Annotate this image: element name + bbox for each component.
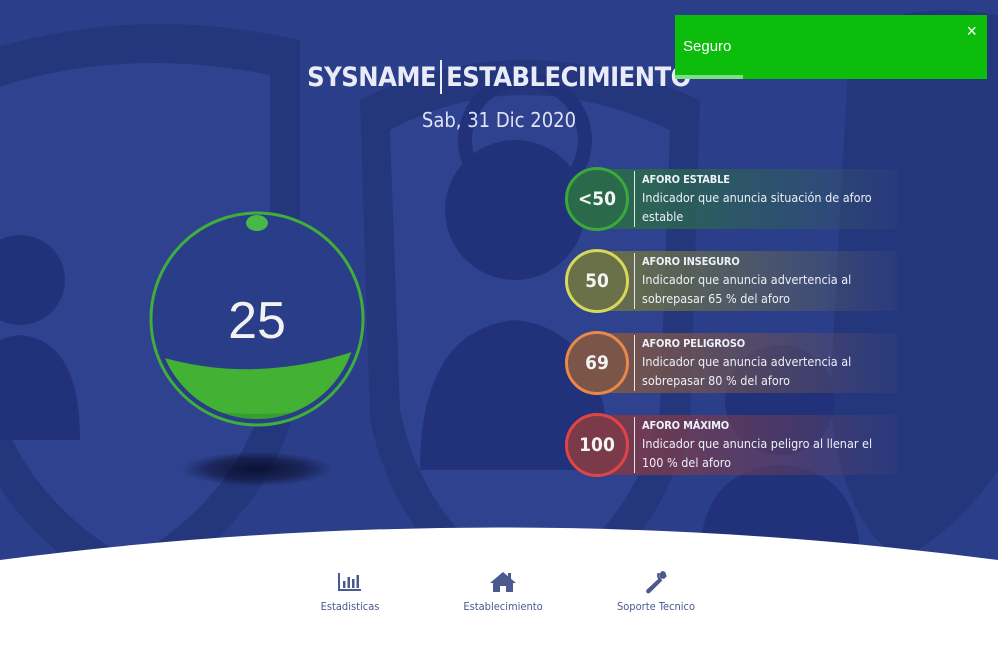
occupancy-count: 25 bbox=[228, 292, 286, 350]
close-icon[interactable]: × bbox=[966, 21, 977, 42]
gauge-shadow bbox=[182, 452, 332, 486]
page-title: SYSNAME ESTABLECIMIENTO bbox=[307, 60, 691, 94]
nav-label: Establecimiento bbox=[463, 600, 543, 613]
legend-badge: 100 bbox=[565, 413, 629, 477]
legend-item-stable: <50 AFORO ESTABLE Indicador que anuncia … bbox=[565, 167, 897, 231]
title-divider bbox=[440, 60, 443, 94]
bar-chart-icon bbox=[285, 567, 415, 597]
legend-title: AFORO PELIGROSO bbox=[642, 337, 745, 350]
toast-message: Seguro bbox=[683, 38, 732, 55]
legend-item-dangerous: 69 AFORO PELIGROSO Indicador que anuncia… bbox=[565, 331, 897, 395]
nav-label: Soporte Tecnico bbox=[616, 600, 696, 613]
legend-title: AFORO MÁXIMO bbox=[642, 419, 729, 432]
legend-description: Indicador que anuncia peligro al llenar … bbox=[642, 436, 873, 470]
legend-divider bbox=[634, 253, 635, 309]
place-name: ESTABLECIMIENTO bbox=[446, 61, 691, 93]
legend-description: Indicador que anuncia situación de aforo… bbox=[642, 190, 872, 224]
brand-name: SYSNAME bbox=[307, 61, 437, 93]
legend-item-max: 100 AFORO MÁXIMO Indicador que anuncia p… bbox=[565, 413, 897, 477]
toast-progress bbox=[675, 75, 743, 79]
occupancy-gauge: 25 bbox=[149, 211, 365, 427]
legend-description: Indicador que anuncia advertencia al sob… bbox=[642, 272, 852, 306]
legend-divider bbox=[634, 335, 635, 391]
legend-item-unsafe: 50 AFORO INSEGURO Indicador que anuncia … bbox=[565, 249, 897, 313]
nav-tech-support[interactable]: Soporte Tecnico bbox=[591, 567, 721, 613]
legend-badge: 69 bbox=[565, 331, 629, 395]
legend-title: AFORO ESTABLE bbox=[642, 173, 730, 186]
wrench-icon bbox=[591, 567, 721, 597]
home-icon bbox=[438, 567, 568, 597]
gauge-drop bbox=[246, 215, 268, 231]
legend-description: Indicador que anuncia advertencia al sob… bbox=[642, 354, 852, 388]
legend-title: AFORO INSEGURO bbox=[642, 255, 740, 268]
nav-label: Estadisticas bbox=[320, 600, 380, 613]
current-date: Sab, 31 Dic 2020 bbox=[421, 108, 577, 132]
legend-badge: <50 bbox=[565, 167, 629, 231]
legend-divider bbox=[634, 417, 635, 473]
status-toast: Seguro × bbox=[675, 15, 987, 79]
legend-divider bbox=[634, 171, 635, 227]
nav-establishment[interactable]: Establecimiento bbox=[438, 567, 568, 613]
legend-badge: 50 bbox=[565, 249, 629, 313]
nav-statistics[interactable]: Estadisticas bbox=[285, 567, 415, 613]
